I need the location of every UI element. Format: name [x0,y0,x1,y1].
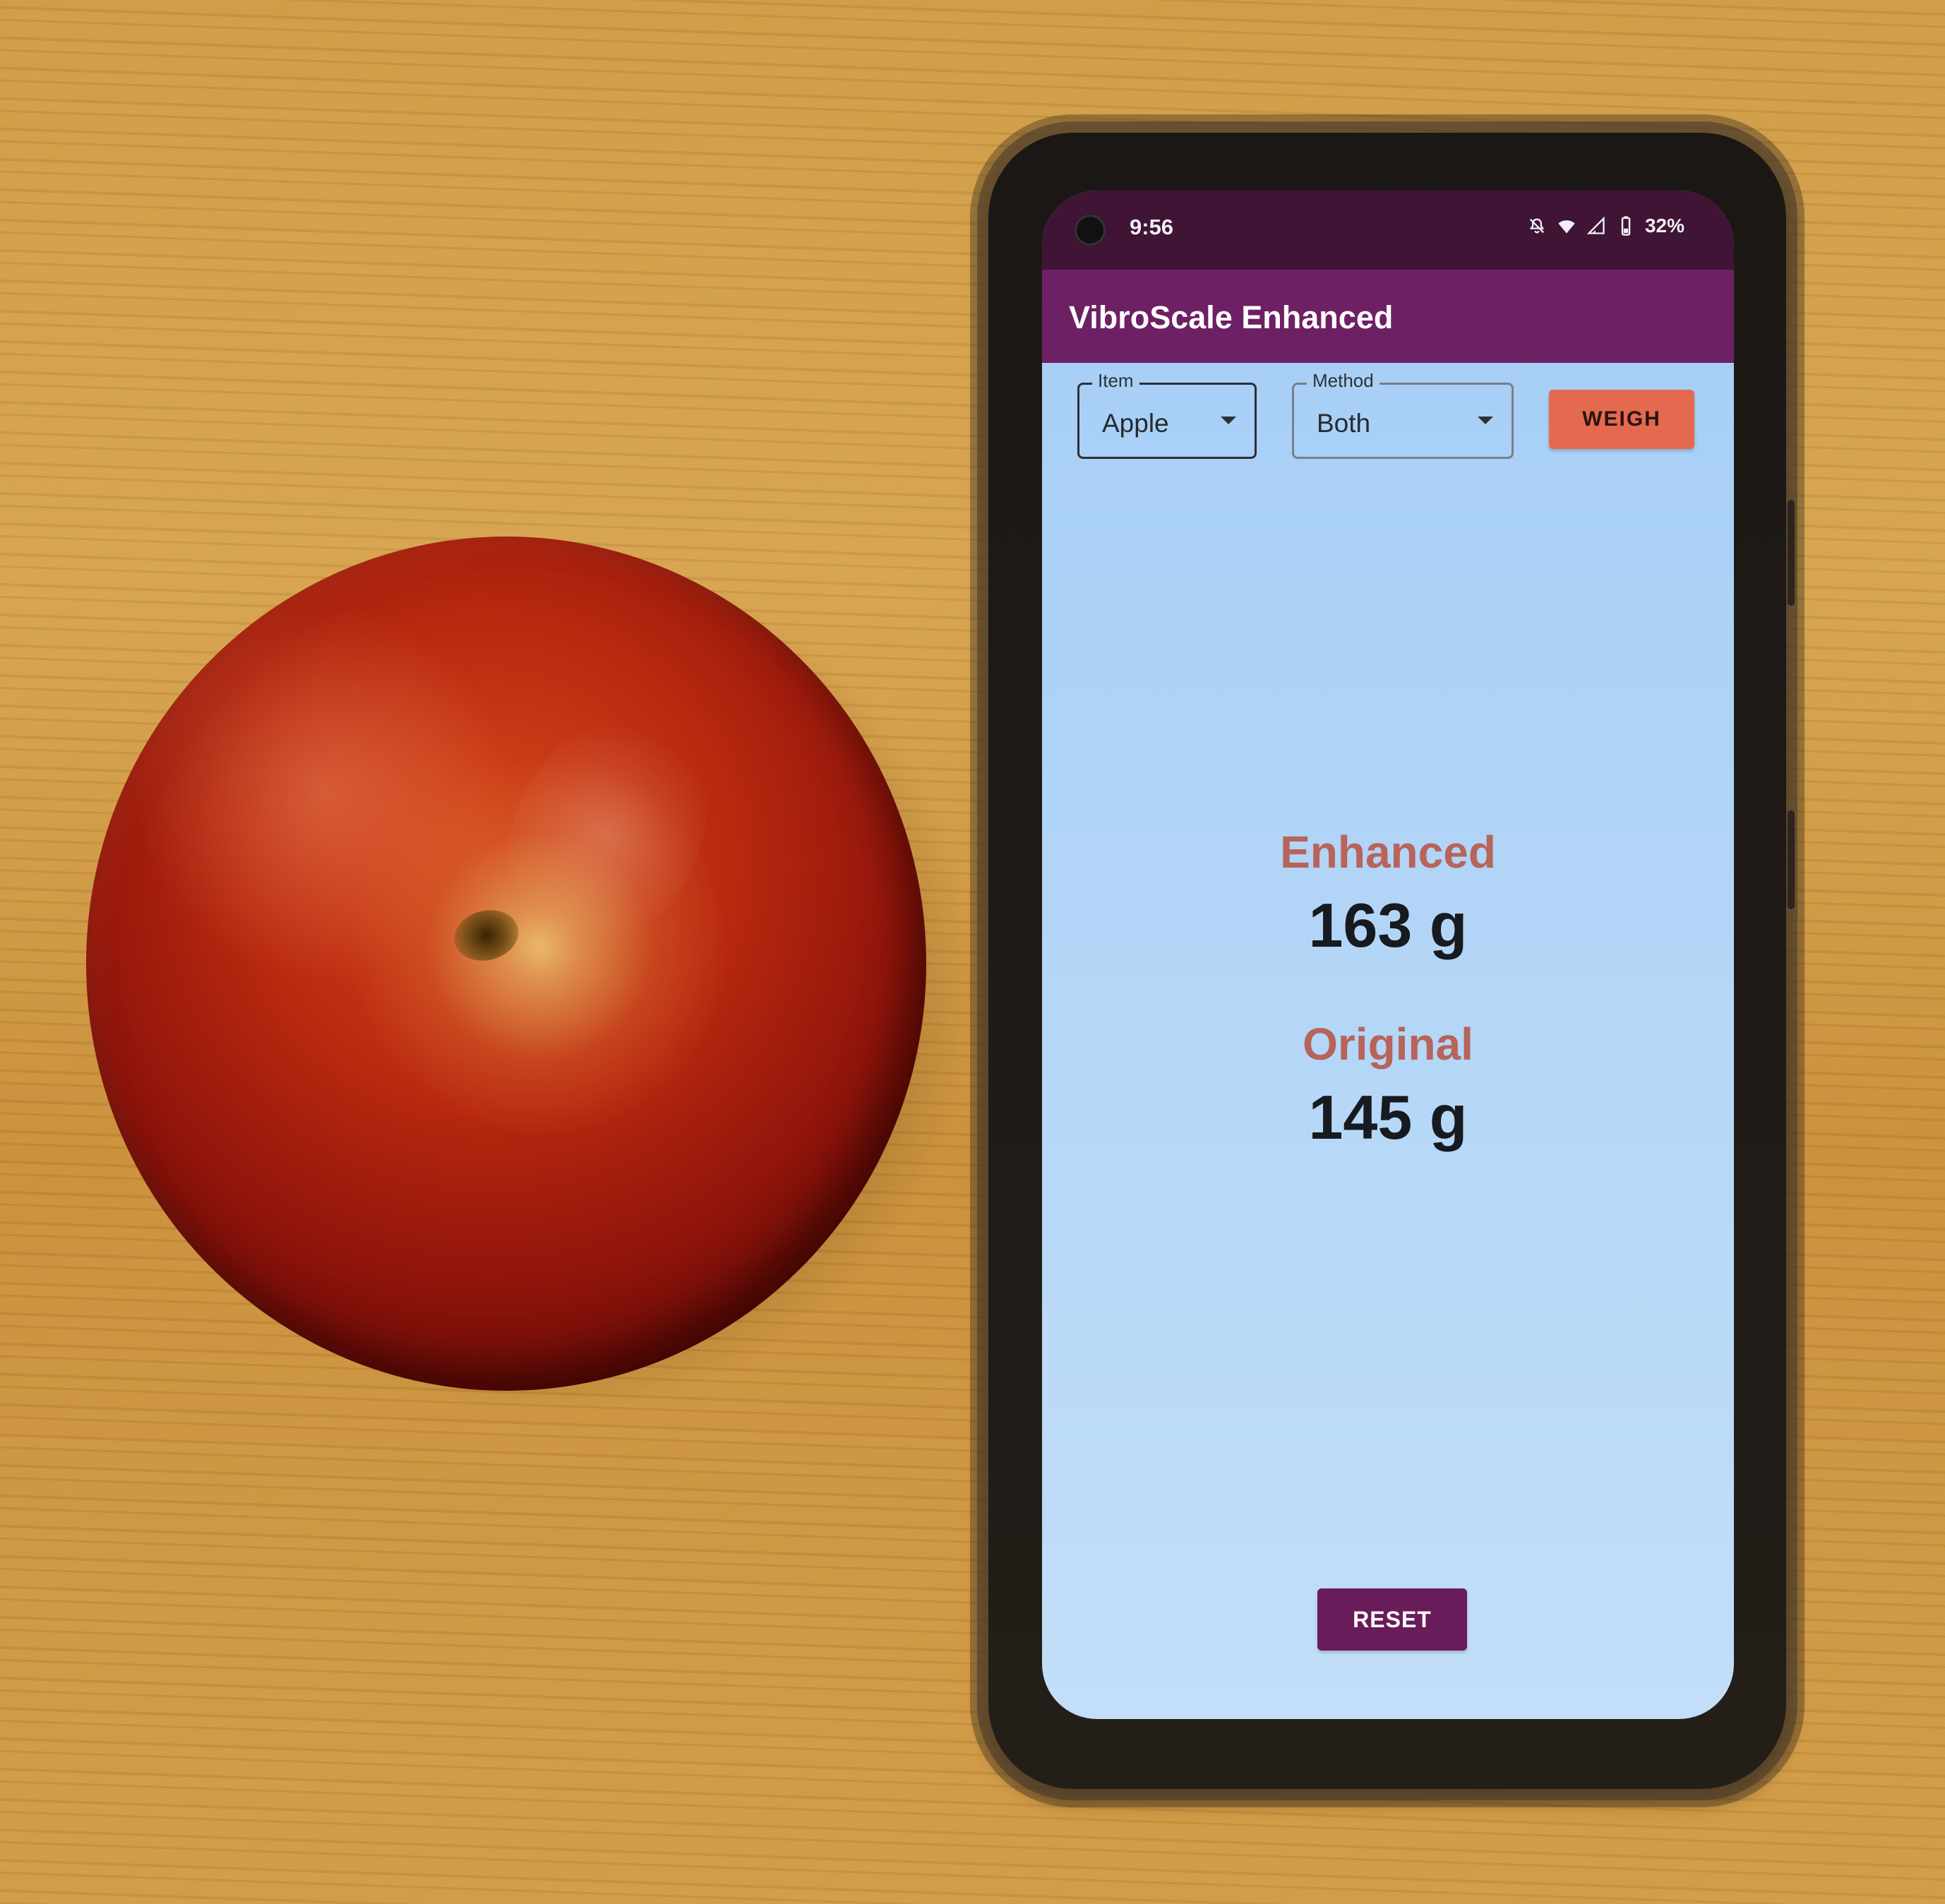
battery-percent: 32% [1644,215,1684,236]
original-value: 145 g [1308,1082,1468,1152]
app-bar: VibroScale Enhanced [1042,270,1734,363]
method-select-value: Both [1317,409,1371,438]
chevron-down-icon [1478,417,1493,424]
wifi-icon [1556,215,1577,236]
weigh-button[interactable]: WEIGH [1549,390,1694,449]
item-select-label: Item [1092,371,1139,390]
item-select-value: Apple [1102,409,1169,438]
battery-icon [1615,215,1636,236]
status-bar: 9:56 32% [1042,191,1734,270]
controls-row: Item Apple Method Both WEIGH [1042,363,1734,490]
enhanced-label: Enhanced [1280,827,1496,878]
enhanced-value: 163 g [1308,890,1468,960]
method-select[interactable]: Method Both [1292,371,1514,459]
apple [86,537,926,1391]
item-select[interactable]: Item Apple [1077,371,1257,459]
camera-hole-icon [1075,215,1106,246]
phone-side-button-bottom [1788,810,1795,909]
photo-scene: 9:56 32% VibroScale Enhanced Item Apple … [0,0,1945,1904]
chevron-down-icon [1221,417,1236,424]
reset-button[interactable]: RESET [1317,1588,1467,1651]
phone-side-button-top [1788,500,1795,606]
app-title: VibroScale Enhanced [1069,299,1394,335]
phone-screen: 9:56 32% VibroScale Enhanced Item Apple … [1042,191,1734,1719]
method-select-label: Method [1307,371,1380,390]
phone: 9:56 32% VibroScale Enhanced Item Apple … [988,133,1795,1789]
status-icons: 32% [1526,215,1684,237]
signal-icon [1586,215,1607,236]
status-time: 9:56 [1130,215,1174,239]
original-label: Original [1303,1019,1473,1070]
bell-off-icon [1526,215,1548,236]
